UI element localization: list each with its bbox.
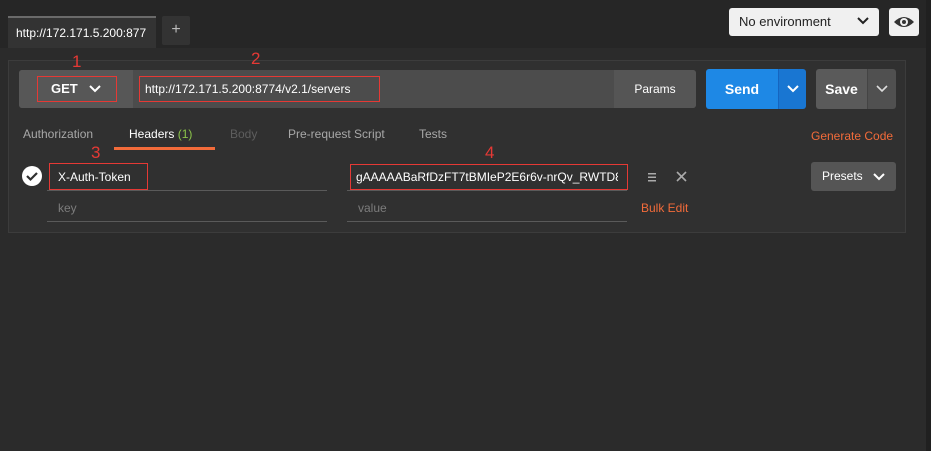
new-key-input[interactable]: key (58, 201, 77, 215)
tab-headers-label: Headers (129, 127, 175, 141)
annotation-box-method (37, 76, 117, 102)
annotation-number: 3 (91, 143, 101, 162)
annotation-number: 2 (251, 49, 261, 68)
tab-authorization[interactable]: Authorization (23, 127, 93, 141)
params-button[interactable]: Params (614, 70, 696, 108)
chevron-down-icon (873, 173, 885, 181)
save-button[interactable]: Save (816, 69, 867, 109)
chevron-down-icon (787, 85, 799, 93)
annotation-box-value (350, 164, 628, 190)
value-field-underline (347, 190, 627, 191)
chevron-down-icon (876, 85, 888, 93)
checkmark-icon[interactable] (22, 166, 42, 186)
send-options-button[interactable] (778, 69, 806, 109)
tab-tests[interactable]: Tests (419, 127, 447, 141)
eye-icon (894, 17, 914, 27)
annotation-number: 4 (485, 143, 495, 162)
bulk-edit-link[interactable]: Bulk Edit (641, 201, 688, 215)
send-button[interactable]: Send (706, 69, 778, 109)
annotation-box-url (139, 76, 380, 102)
request-tab[interactable]: http://172.171.5.200:877 (8, 16, 156, 48)
new-tab-button[interactable]: + (162, 16, 190, 45)
chevron-down-icon (857, 17, 869, 25)
annotation-box-key (49, 163, 148, 190)
new-key-underline (47, 221, 327, 222)
key-field-underline (47, 190, 327, 191)
tab-body[interactable]: Body (230, 127, 257, 141)
new-value-underline (347, 221, 627, 222)
environment-quick-look-button[interactable] (889, 8, 919, 36)
generate-code-link[interactable]: Generate Code (811, 129, 893, 143)
save-options-button[interactable] (867, 69, 896, 109)
menu-icon[interactable] (646, 171, 658, 183)
active-tab-indicator (114, 147, 215, 150)
tab-pre-request-script[interactable]: Pre-request Script (288, 127, 385, 141)
new-value-input[interactable]: value (358, 201, 387, 215)
tab-headers[interactable]: Headers (1) (129, 127, 192, 141)
headers-count-badge: (1) (177, 127, 193, 141)
annotation-number: 1 (72, 52, 82, 71)
window-edge (926, 0, 931, 451)
close-icon[interactable] (676, 171, 687, 182)
